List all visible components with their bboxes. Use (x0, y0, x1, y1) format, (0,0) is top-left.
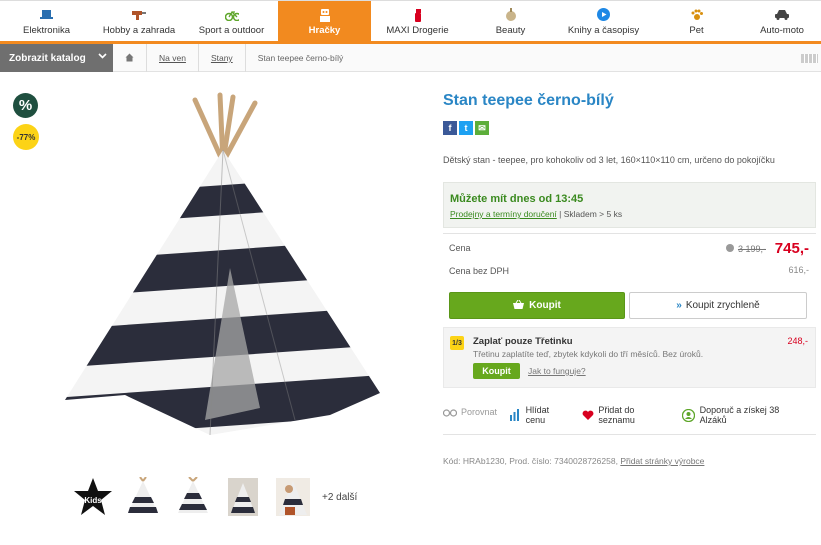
installment-amount: 248,- (787, 336, 808, 346)
current-price: 745,- (774, 240, 809, 257)
price-box: Cena 3 199,- 745,- Cena bez DPH 616,- Ko… (443, 233, 816, 323)
paw-icon (690, 8, 704, 22)
email-icon[interactable]: ✉ (475, 121, 489, 135)
nav-item-label: Beauty (495, 24, 526, 36)
product-codes: Kód: HRAb1230, Prod. číslo: 734002872625… (443, 456, 704, 466)
product-description: Dětský stan - teepee, pro kohokoliv od 3… (443, 155, 775, 165)
availability-box: Můžete mít dnes od 13:45 Prodejny a term… (443, 182, 816, 228)
price-no-vat-label: Cena bez DPH (449, 266, 510, 276)
twitter-icon[interactable]: t (459, 121, 473, 135)
product-image[interactable] (55, 90, 395, 450)
nav-item-label: Knihy a časopisy (567, 24, 640, 36)
nav-item-hracky[interactable]: Hračky (278, 1, 371, 42)
recommend-icon (682, 408, 696, 422)
drill-icon (132, 8, 146, 22)
watch-price-button[interactable]: Hlídat cenu (508, 405, 570, 425)
sale-badge: % (13, 93, 38, 118)
nav-item-beauty[interactable]: Beauty (464, 1, 557, 42)
nav-item-label: Hobby a zahrada (102, 24, 176, 36)
recommend-button[interactable]: Doporuč a získej 38 Alzáků (682, 405, 805, 425)
home-icon (125, 53, 134, 64)
code-label: Kód: (443, 456, 461, 466)
car-icon (775, 8, 789, 22)
prod-number-value: 7340028726258, (554, 456, 618, 466)
nav-item-pet[interactable]: Pet (650, 1, 743, 42)
manufacturer-link[interactable]: Přidat stránky výrobce (620, 456, 704, 466)
breadcrumb-item[interactable]: Stany (199, 44, 246, 72)
robot-icon (318, 8, 332, 22)
nav-item-knihy[interactable]: Knihy a časopisy (557, 1, 650, 42)
buy-button[interactable]: Koupit (449, 292, 625, 319)
price-watch-icon (508, 408, 522, 422)
delivery-time: Můžete mít dnes od 13:45 (450, 193, 584, 205)
nav-item-label: Auto-moto (760, 24, 804, 36)
thumbnail[interactable] (120, 474, 166, 520)
installment-buy-button[interactable]: Koupit (473, 363, 520, 379)
how-it-works-link[interactable]: Jak to funguje? (528, 366, 586, 376)
third-logo-icon: 1/3 (450, 336, 464, 350)
facebook-icon[interactable]: f (443, 121, 457, 135)
share-buttons: f t ✉ (443, 121, 489, 135)
info-dot-icon (726, 244, 734, 252)
stores-delivery-link[interactable]: Prodejny a termíny doručení (450, 209, 557, 219)
nav-item-label: Sport a outdoor (198, 24, 265, 36)
availability-details: Prodejny a termíny doručení | Skladem > … (450, 209, 809, 219)
discount-badge: -77% (13, 124, 39, 150)
breadcrumb-bar: Zobrazit katalog Na ven Stany Stan teepe… (0, 44, 821, 72)
kids-label: Kids (84, 496, 102, 505)
breadcrumb-current: Stan teepee černo-bílý (257, 53, 344, 63)
nav-item-label: Elektronika (23, 24, 70, 36)
bicycle-icon (224, 8, 239, 22)
old-price: 3 199,- (737, 244, 766, 254)
breadcrumb-item[interactable]: Na ven (147, 44, 199, 72)
thumbnail[interactable] (270, 474, 316, 520)
nav-item-label: Pet (689, 24, 704, 36)
cosmetics-icon (504, 7, 518, 22)
separator: | (556, 209, 564, 219)
grid-icon[interactable] (801, 54, 818, 63)
installment-title: Zaplať pouze Třetinku (473, 336, 573, 347)
installment-text: Třetinu zaplatíte teď, zbytek kdykoli do… (473, 349, 704, 359)
laptop-icon (40, 8, 54, 22)
fast-buy-button[interactable]: » Koupit zrychleně (629, 292, 807, 319)
nav-item-hobby[interactable]: Hobby a zahrada (93, 1, 185, 42)
nav-item-drogerie[interactable]: MAXI Drogerie (371, 1, 464, 42)
nav-item-label: MAXI Drogerie (386, 24, 449, 36)
spray-bottle-icon (411, 8, 425, 22)
prod-number-label: Prod. číslo: (509, 456, 552, 466)
add-to-list-button[interactable]: Přidat do seznamu (581, 405, 671, 425)
nav-item-auto[interactable]: Auto-moto (743, 1, 821, 42)
compare-icon (443, 405, 457, 419)
thumbnail[interactable] (220, 474, 266, 520)
show-catalog-button[interactable]: Zobrazit katalog (0, 44, 113, 72)
play-icon (597, 8, 611, 22)
product-title: Stan teepee černo-bílý (443, 92, 614, 109)
nav-item-sport[interactable]: Sport a outdoor (185, 1, 278, 42)
product-actions: Porovnat Hlídat cenu Přidat do seznamu D… (443, 405, 816, 435)
heart-icon (581, 408, 595, 422)
double-chevron-icon: » (676, 300, 682, 311)
thumbnail-strip: Kids +2 další (70, 472, 357, 522)
more-images-link[interactable]: +2 další (322, 492, 357, 503)
basket-icon (513, 299, 525, 312)
nav-item-elektronika[interactable]: Elektronika (0, 1, 93, 42)
stock-status: Skladem > 5 ks (563, 209, 623, 219)
code-value: HRAb1230, (462, 456, 507, 466)
nav-item-label: Hračky (308, 24, 341, 36)
price-label: Cena (449, 243, 471, 253)
price-no-vat: 616,- (788, 265, 809, 275)
compare-button[interactable]: Porovnat (443, 405, 497, 419)
breadcrumb-home[interactable] (113, 44, 147, 72)
thumbnail[interactable] (170, 474, 216, 520)
kids-thumbnail[interactable]: Kids (70, 474, 116, 520)
chevron-down-icon (98, 51, 107, 63)
breadcrumb: Na ven Stany Stan teepee černo-bílý (113, 44, 355, 72)
installment-box: 1/3 Zaplať pouze Třetinku 248,- Třetinu … (443, 327, 816, 388)
category-nav: Elektronika Hobby a zahrada Sport a outd… (0, 0, 821, 44)
